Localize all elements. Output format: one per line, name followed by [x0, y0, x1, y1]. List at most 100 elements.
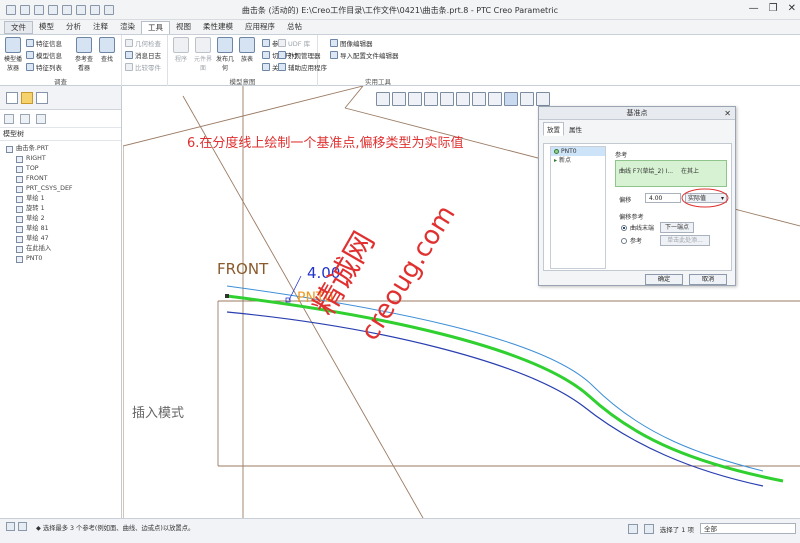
ok-button[interactable]: 确定 — [645, 274, 683, 285]
tab-extra[interactable]: 总帖 — [281, 21, 308, 34]
title-bar: 曲击条 (活动的) E:\Creo工作目录\工作文件\0421\曲击条.prt.… — [0, 0, 800, 20]
save-icon[interactable] — [34, 4, 44, 15]
close-window-icon[interactable] — [104, 4, 114, 15]
model-info-button[interactable]: 模型信息 — [26, 50, 62, 60]
dialog-close-icon[interactable]: ✕ — [724, 107, 731, 120]
feature-info-button[interactable]: 特征信息 — [26, 38, 62, 48]
binoculars-icon — [99, 37, 115, 53]
family-table-button[interactable]: 族表 — [236, 37, 258, 63]
tab-applications[interactable]: 应用程序 — [239, 21, 281, 34]
regenerate-icon[interactable] — [76, 4, 86, 15]
auxiliary-apps-button[interactable]: 辅助应用程序 — [278, 62, 327, 72]
tree-item[interactable]: 草绘 2 — [6, 214, 121, 224]
tab-model[interactable]: 模型 — [33, 21, 60, 34]
selection-count: 选择了 1 项 — [659, 525, 694, 534]
model-tree-header: 模型树 — [0, 128, 121, 141]
message-area-icon[interactable] — [6, 522, 15, 531]
tab-render[interactable]: 渲染 — [114, 21, 141, 34]
tab-properties[interactable]: 属性 — [565, 122, 586, 136]
list-item-pnt0[interactable]: PNT0 — [551, 147, 605, 156]
program-button[interactable]: 程序 — [170, 37, 192, 63]
tree-item[interactable]: PRT_CSYS_DEF — [6, 184, 121, 194]
display-style-icon[interactable] — [440, 92, 454, 106]
reference-radio[interactable]: 参考 — [621, 236, 642, 245]
redo-icon[interactable] — [62, 4, 72, 15]
feature-list-button[interactable]: 特征列表 — [26, 62, 62, 72]
appearance-manager-button[interactable]: 外观管理器 — [278, 50, 321, 60]
repaint-icon[interactable] — [424, 92, 438, 106]
tree-item-label: 草绘 81 — [26, 225, 49, 232]
navigator-toggle-icon[interactable] — [18, 522, 27, 531]
tab-annotate[interactable]: 注释 — [87, 21, 114, 34]
tab-tools[interactable]: 工具 — [141, 21, 170, 34]
component-interface-button[interactable]: 元件界面 — [192, 37, 214, 72]
filter-icon[interactable] — [36, 113, 46, 124]
dialog-title: 基准点 ✕ — [539, 107, 735, 120]
tab-flexible-modeling[interactable]: 柔性建模 — [197, 21, 239, 34]
selection-filter[interactable]: 全部 — [700, 523, 796, 534]
reference-collector[interactable]: 曲线 F7(草绘_2) I... 在其上 — [615, 160, 727, 187]
group-investigate-2: 几何检查 消息日志 比较零件 — [122, 35, 168, 87]
tree-item[interactable]: RIGHT — [6, 154, 121, 164]
geometry-check-button[interactable]: 几何检查 — [125, 38, 161, 48]
minimize-button[interactable]: — — [749, 3, 759, 14]
publish-geometry-button[interactable]: 发布几何 — [214, 37, 236, 72]
reference-viewer-button[interactable]: 参考查看器 — [73, 37, 95, 72]
parameters-icon — [262, 39, 270, 47]
compare-parts-button[interactable]: 比较零件 — [125, 62, 161, 72]
import-config-editor-button[interactable]: 导入配置文件编辑器 — [330, 50, 399, 60]
new-icon[interactable] — [6, 4, 16, 15]
maximize-button[interactable]: ❐ — [769, 3, 778, 14]
offset-value-input[interactable]: 4.00 — [645, 193, 681, 203]
zoom-out-icon[interactable] — [408, 92, 422, 106]
message-log-button[interactable]: 消息日志 — [125, 50, 161, 60]
model-player-button[interactable]: 模型播放器 — [2, 37, 24, 72]
group-investigate: 模型播放器 特征信息 模型信息 特征列表 参考查看器 查找 调查 — [0, 35, 122, 87]
check-icon — [125, 39, 133, 47]
folder-browser-tab-icon[interactable] — [21, 91, 33, 104]
settings-icon[interactable] — [20, 113, 30, 124]
tree-item[interactable]: 草绘 1 — [6, 194, 121, 204]
tab-placement[interactable]: 放置 — [543, 122, 564, 136]
udf-library-button[interactable]: UDF 库 — [278, 38, 310, 48]
perspective-icon[interactable] — [488, 92, 502, 106]
datum-display-icon[interactable] — [504, 92, 518, 106]
tree-item[interactable]: 旋转 1 — [6, 204, 121, 214]
tree-item[interactable]: 曲击条.PRT — [6, 144, 121, 154]
annotation-display-icon[interactable] — [520, 92, 534, 106]
cancel-button[interactable]: 取消 — [689, 274, 727, 285]
refit-icon[interactable] — [376, 92, 390, 106]
zoom-in-icon[interactable] — [392, 92, 406, 106]
find-button[interactable]: 查找 — [96, 37, 118, 63]
find-icon[interactable] — [643, 523, 654, 534]
image-editor-button[interactable]: 图像编辑器 — [330, 38, 373, 48]
tree-item[interactable]: 在此插入 — [6, 244, 121, 254]
regenerate-icon[interactable] — [627, 523, 638, 534]
windows-icon[interactable] — [90, 4, 100, 15]
model-tree-tab-icon[interactable] — [6, 91, 18, 104]
tree-item[interactable]: FRONT — [6, 174, 121, 184]
click-add-item-field[interactable]: 单击此处添... — [660, 235, 710, 246]
saved-orientations-icon[interactable] — [456, 92, 470, 106]
undo-icon[interactable] — [48, 4, 58, 15]
publish-geometry-icon — [217, 37, 233, 53]
tree-item[interactable]: 草绘 81 — [6, 224, 121, 234]
tab-analysis[interactable]: 分析 — [60, 21, 87, 34]
open-icon[interactable] — [20, 4, 30, 15]
tree-item[interactable]: 草绘 47 — [6, 234, 121, 244]
tree-item[interactable]: PNT0 — [6, 254, 121, 264]
insert-arrow-icon — [16, 245, 23, 253]
reference-constraint[interactable]: 在其上 — [681, 168, 699, 175]
view-manager-icon[interactable] — [472, 92, 486, 106]
curve-end-radio[interactable]: 曲线末端 — [621, 223, 654, 232]
spin-center-icon[interactable] — [536, 92, 550, 106]
tree-item[interactable]: TOP — [6, 164, 121, 174]
close-button[interactable]: ✕ — [788, 3, 796, 14]
list-item-new-point[interactable]: ▸ 新点 — [551, 156, 605, 165]
show-icon[interactable] — [4, 113, 14, 124]
tab-view[interactable]: 视图 — [170, 21, 197, 34]
tree-item-label: 草绘 2 — [26, 215, 45, 222]
favorites-tab-icon[interactable] — [36, 91, 48, 104]
tab-file[interactable]: 文件 — [4, 21, 33, 34]
next-end-button[interactable]: 下一端点 — [660, 222, 694, 233]
